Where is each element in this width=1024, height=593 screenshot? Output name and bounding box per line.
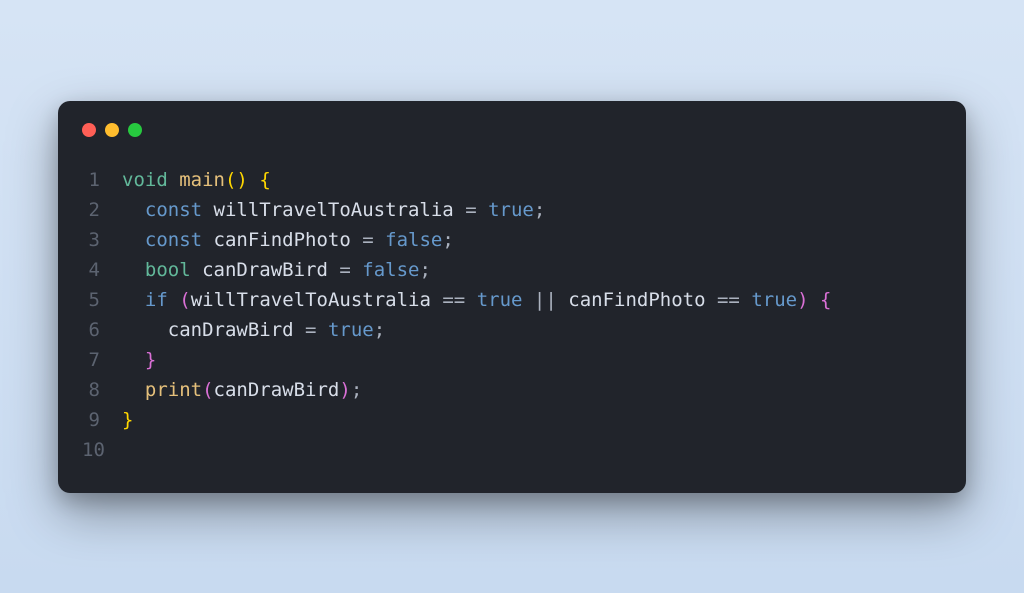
code-token: ;	[351, 379, 362, 401]
code-token: )	[797, 289, 808, 311]
code-token	[168, 169, 179, 191]
code-content: bool canDrawBird = false;	[122, 255, 942, 285]
code-token: const	[145, 199, 202, 221]
code-token: {	[820, 289, 831, 311]
code-token: canDrawBird	[122, 319, 305, 341]
code-token: true	[751, 289, 797, 311]
code-line: 9}	[82, 405, 942, 435]
code-token: print	[145, 379, 202, 401]
code-line: 8 print(canDrawBird);	[82, 375, 942, 405]
code-token: {	[259, 169, 270, 191]
code-token: false	[385, 229, 442, 251]
code-line: 3 const canFindPhoto = false;	[82, 225, 942, 255]
code-window: 1void main() {2 const willTravelToAustra…	[58, 101, 966, 493]
code-token	[122, 259, 145, 281]
code-token	[316, 319, 327, 341]
code-token: false	[362, 259, 419, 281]
line-number: 2	[82, 195, 122, 225]
code-token	[809, 289, 820, 311]
code-token	[122, 289, 145, 311]
code-line: 4 bool canDrawBird = false;	[82, 255, 942, 285]
code-content	[122, 435, 942, 465]
code-token: ==	[717, 289, 740, 311]
code-token	[122, 199, 145, 221]
code-token: willTravelToAustralia	[191, 289, 443, 311]
line-number: 3	[82, 225, 122, 255]
line-number: 7	[82, 345, 122, 375]
code-token: (	[179, 289, 190, 311]
line-number: 5	[82, 285, 122, 315]
code-token	[374, 229, 385, 251]
code-content: const canFindPhoto = false;	[122, 225, 942, 255]
line-number: 6	[82, 315, 122, 345]
code-line: 6 canDrawBird = true;	[82, 315, 942, 345]
code-token: ;	[419, 259, 430, 281]
code-token	[522, 289, 533, 311]
code-token: =	[339, 259, 350, 281]
code-content: if (willTravelToAustralia == true || can…	[122, 285, 942, 315]
code-token	[168, 289, 179, 311]
code-token: =	[465, 199, 476, 221]
line-number: 10	[82, 435, 122, 465]
code-line: 7 }	[82, 345, 942, 375]
code-content: }	[122, 405, 942, 435]
code-token: canDrawBird	[214, 379, 340, 401]
code-token: true	[477, 289, 523, 311]
code-token	[477, 199, 488, 221]
code-token	[248, 169, 259, 191]
code-token: }	[122, 409, 133, 431]
code-token: =	[362, 229, 373, 251]
code-line: 2 const willTravelToAustralia = true;	[82, 195, 942, 225]
line-number: 1	[82, 165, 122, 195]
code-token: main	[179, 169, 225, 191]
code-token: if	[145, 289, 168, 311]
code-token: )	[339, 379, 350, 401]
code-content: canDrawBird = true;	[122, 315, 942, 345]
code-token: willTravelToAustralia	[202, 199, 465, 221]
code-content: print(canDrawBird);	[122, 375, 942, 405]
code-token: canFindPhoto	[557, 289, 717, 311]
line-number: 9	[82, 405, 122, 435]
code-editor: 1void main() {2 const willTravelToAustra…	[58, 165, 966, 465]
minimize-icon[interactable]	[105, 123, 119, 137]
code-token	[122, 379, 145, 401]
code-token: ;	[374, 319, 385, 341]
code-line: 1void main() {	[82, 165, 942, 195]
line-number: 4	[82, 255, 122, 285]
code-token: ;	[534, 199, 545, 221]
code-token	[740, 289, 751, 311]
code-token: ==	[442, 289, 465, 311]
code-token: =	[305, 319, 316, 341]
code-token: ||	[534, 289, 557, 311]
line-number: 8	[82, 375, 122, 405]
code-token: (	[202, 379, 213, 401]
code-token	[465, 289, 476, 311]
code-token: canFindPhoto	[202, 229, 362, 251]
close-icon[interactable]	[82, 123, 96, 137]
code-content: }	[122, 345, 942, 375]
code-token: }	[145, 349, 156, 371]
code-token: ()	[225, 169, 248, 191]
window-titlebar	[58, 123, 966, 165]
code-token: true	[328, 319, 374, 341]
code-token	[122, 349, 145, 371]
code-token: bool	[145, 259, 191, 281]
code-token	[351, 259, 362, 281]
code-token: true	[488, 199, 534, 221]
code-line: 5 if (willTravelToAustralia == true || c…	[82, 285, 942, 315]
maximize-icon[interactable]	[128, 123, 142, 137]
code-content: const willTravelToAustralia = true;	[122, 195, 942, 225]
code-token: void	[122, 169, 168, 191]
code-token: canDrawBird	[191, 259, 340, 281]
code-token	[122, 229, 145, 251]
code-line: 10	[82, 435, 942, 465]
code-token: ;	[442, 229, 453, 251]
code-content: void main() {	[122, 165, 942, 195]
code-token: const	[145, 229, 202, 251]
